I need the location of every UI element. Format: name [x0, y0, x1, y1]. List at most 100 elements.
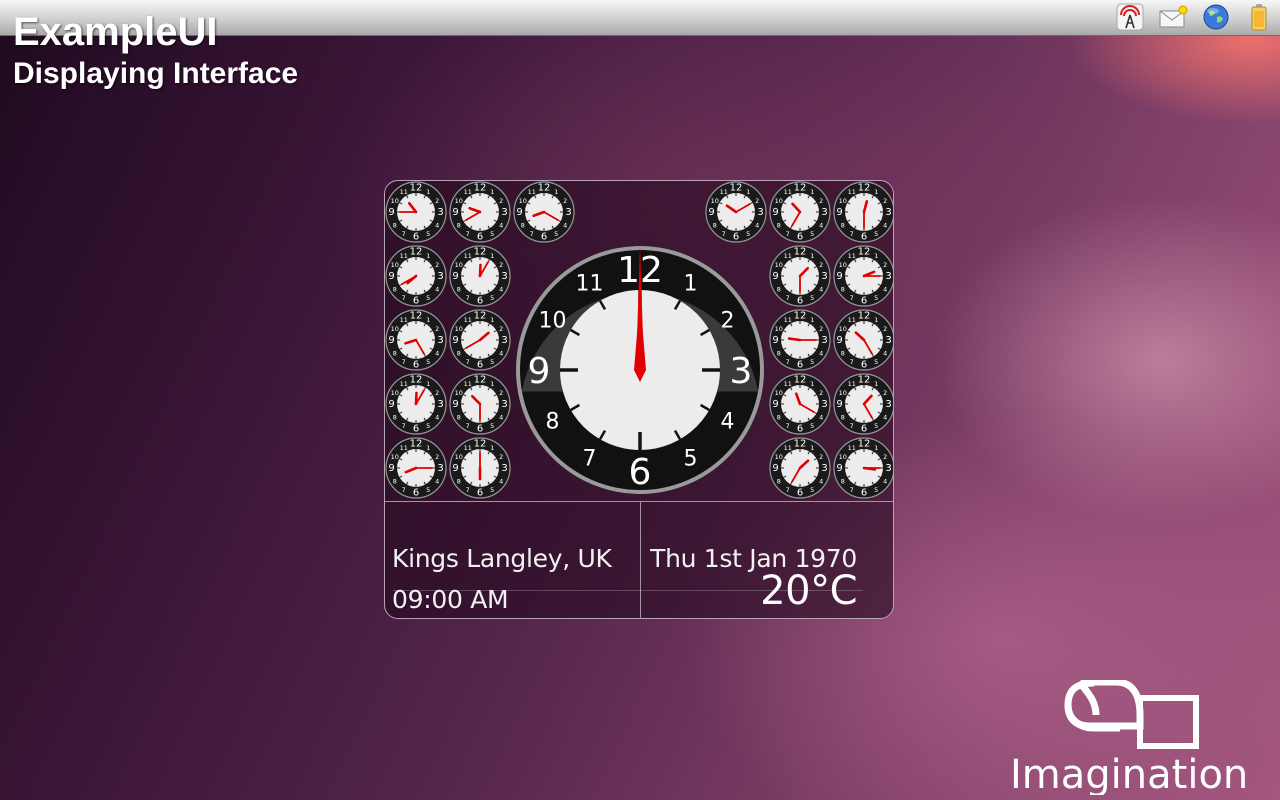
temperature-label: 20°C [760, 568, 857, 614]
mini-clock-numeral: 9 [772, 271, 778, 282]
mini-clock-numeral: 11 [784, 252, 792, 260]
mini-clock-numeral: 8 [777, 349, 781, 357]
mini-clock-numeral: 3 [437, 271, 443, 282]
mini-clock-numeral: 12 [474, 439, 487, 450]
mini-clock: 12 1234567891011 [385, 437, 447, 499]
imagination-logo-mark: Imagination [1010, 678, 1248, 798]
mini-clock-numeral: 4 [819, 349, 823, 357]
mini-clock-numeral: 4 [819, 221, 823, 229]
mini-clock-numeral: 8 [777, 221, 781, 229]
mini-clock-numeral: 4 [563, 221, 567, 229]
mini-clock-numeral: 10 [839, 453, 847, 461]
mini-clock-numeral: 7 [402, 486, 406, 494]
mini-clock-numeral: 6 [797, 296, 803, 307]
mini-clock-numeral: 4 [819, 477, 823, 485]
mini-clock-numeral: 9 [772, 463, 778, 474]
mini-clock-numeral: 11 [464, 444, 472, 452]
mini-clock-numeral: 7 [466, 358, 470, 366]
mini-clock-numeral: 3 [565, 207, 571, 218]
mini-clock-numeral: 11 [784, 188, 792, 196]
mini-clock-numeral: 3 [437, 463, 443, 474]
mini-clock-numeral: 11 [400, 252, 408, 260]
mini-clock-numeral: 10 [391, 325, 399, 333]
main-clock-numeral: 5 [684, 446, 698, 471]
mini-clock: 12 1234567891011 [769, 437, 831, 499]
mini-clock-numeral: 3 [437, 399, 443, 410]
mini-clock-numeral: 6 [861, 360, 867, 371]
mini-clock-numeral: 9 [772, 399, 778, 410]
mini-clock-numeral: 5 [426, 358, 430, 366]
mini-clock-numeral: 5 [426, 486, 430, 494]
mini-clock-numeral: 4 [499, 349, 503, 357]
mini-clock-numeral: 5 [426, 294, 430, 302]
globe-icon[interactable] [1201, 2, 1231, 32]
mini-clock-numeral: 6 [797, 232, 803, 243]
mini-clock-numeral: 10 [391, 261, 399, 269]
mini-clock-numeral: 11 [848, 252, 856, 260]
weather-info: Kings Langley, UK 09:00 AM Thu 1st Jan 1… [385, 501, 893, 618]
mini-clock-numeral: 5 [810, 230, 814, 238]
mini-clock-numeral: 12 [794, 183, 807, 194]
main-clock-numeral: 10 [539, 309, 567, 334]
signal-tower-icon[interactable] [1115, 2, 1145, 32]
main-clock-numeral: 1 [684, 272, 698, 297]
mini-clock-numeral: 5 [874, 358, 878, 366]
mini-clock-numeral: 9 [516, 207, 522, 218]
mini-clock-numeral: 7 [850, 358, 854, 366]
mini-clock-numeral: 4 [883, 349, 887, 357]
mini-clock-numeral: 8 [841, 477, 845, 485]
mini-clock-numeral: 6 [413, 424, 419, 435]
mini-clock-numeral: 2 [819, 453, 823, 461]
mini-clock-numeral: 6 [413, 296, 419, 307]
mini-clock-numeral: 12 [858, 375, 871, 386]
mini-clock-numeral: 3 [437, 207, 443, 218]
battery-icon[interactable] [1244, 2, 1274, 32]
mini-clock-numeral: 1 [810, 316, 814, 324]
mini-clock-numeral: 4 [435, 221, 439, 229]
mini-clock-numeral: 4 [435, 413, 439, 421]
mini-clock-numeral: 8 [841, 221, 845, 229]
mini-clock-numeral: 8 [457, 285, 461, 293]
mini-clock-numeral: 3 [885, 463, 891, 474]
mini-clock-numeral: 7 [786, 294, 790, 302]
world-clock-panel: 12 1 2 3 4 5 6 7 8 9 10 11 12 1 2 3 4 5 6 7 8 9 10 11 12 1 2 3 4 5 6 7 8… [384, 180, 894, 619]
mini-clock: 12 1234567891011 [385, 245, 447, 307]
mini-clock-numeral: 3 [885, 271, 891, 282]
mini-clock-numeral: 7 [530, 230, 534, 238]
mini-clock-numeral: 6 [413, 488, 419, 499]
mini-clock: 12 1234567891011 [769, 309, 831, 371]
main-clock-numeral: 7 [583, 446, 597, 471]
mini-clock-numeral: 3 [501, 463, 507, 474]
mail-icon[interactable] [1158, 2, 1188, 32]
mini-clock: 12 1234567891011 [449, 373, 511, 435]
mini-clock-numeral: 9 [388, 463, 394, 474]
clock-area: 12 1 2 3 4 5 6 7 8 9 10 11 12 1 2 3 4 5 6 7 8 9 10 11 12 1 2 3 4 5 6 7 8… [385, 181, 893, 501]
mini-clock-numeral: 9 [388, 271, 394, 282]
mini-clock-numeral: 4 [435, 477, 439, 485]
mini-clock-numeral: 3 [501, 399, 507, 410]
mini-clock-numeral: 12 [474, 311, 487, 322]
mini-clock-numeral: 12 [410, 439, 423, 450]
mini-clock-numeral: 4 [883, 285, 887, 293]
mini-clock-numeral: 7 [850, 230, 854, 238]
mini-clock-numeral: 12 [858, 311, 871, 322]
mini-clock-numeral: 4 [435, 285, 439, 293]
mini-clock-numeral: 10 [839, 261, 847, 269]
mini-clock-numeral: 4 [499, 285, 503, 293]
mini-clock-numeral: 2 [499, 197, 503, 205]
mini-clock-numeral: 6 [797, 360, 803, 371]
mini-clock-numeral: 8 [777, 413, 781, 421]
mini-clock-numeral: 5 [874, 486, 878, 494]
mini-clock-numeral: 10 [775, 261, 783, 269]
mini-clock-numeral: 12 [410, 247, 423, 258]
mini-clock-numeral: 1 [810, 252, 814, 260]
mini-clock-numeral: 9 [708, 207, 714, 218]
mini-clock-numeral: 1 [874, 188, 878, 196]
mini-clock-numeral: 2 [819, 197, 823, 205]
mini-clock-numeral: 1 [490, 188, 494, 196]
mini-clock-numeral: 3 [885, 335, 891, 346]
mini-clock-numeral: 6 [861, 488, 867, 499]
mini-clock-numeral: 5 [490, 230, 494, 238]
mini-clock-numeral: 7 [786, 486, 790, 494]
mini-clock-numeral: 6 [477, 296, 483, 307]
